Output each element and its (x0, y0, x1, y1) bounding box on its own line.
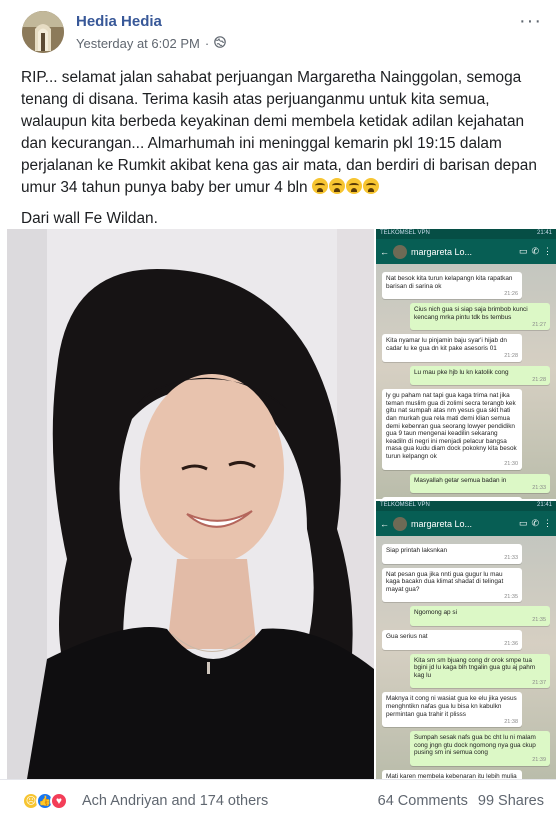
incoming-message-bubble: Nat besok kita turun kelapangn kita rapa… (382, 272, 522, 300)
reaction-summary-link[interactable]: Ach Andriyan and 174 others (82, 793, 268, 809)
message-time: 21:26 (504, 290, 518, 297)
message-text: Lu mau pke hjb lu kn katolik cong (414, 368, 509, 376)
message-time: 21:35 (532, 617, 546, 624)
outgoing-message-bubble: Cius nich gua si siap saja brimbob kunci… (410, 303, 550, 331)
phone-status-bar: TELKOMSEL VPN 21:41 (376, 501, 556, 511)
message-text: ly gu paham nat tapi gua kaga trima nat … (386, 392, 517, 460)
post-photo[interactable] (7, 229, 374, 779)
message-time: 21:33 (532, 484, 546, 491)
author-avatar[interactable] (22, 11, 64, 53)
incoming-message-bubble: Maknya it cong ni wasiat gua ke elu jika… (382, 692, 522, 728)
outgoing-message-bubble: Sumpah sesak nafs gua bc cht lu ni malam… (410, 731, 550, 766)
meta-separator: · (204, 36, 210, 51)
back-arrow-icon: ← (380, 246, 389, 257)
video-call-icon: ▭ (518, 246, 528, 256)
message-time: 21:28 (532, 376, 546, 383)
incoming-message-bubble: ly gu paham nat tapi gua kaga trima nat … (382, 389, 522, 470)
incoming-message-bubble: Siap printah laksnkan (382, 497, 522, 499)
message-time: 21:33 (504, 555, 518, 561)
carrier-label: TELKOMSEL VPN (380, 502, 430, 508)
phone-icon: ✆ (531, 518, 539, 528)
message-time: 21:36 (504, 640, 518, 647)
incoming-message-bubble: Nat pesan gua jika nnti gua gugur lu mau… (382, 567, 522, 603)
post-meta: Yesterday at 6:02 PM · (76, 36, 226, 51)
menu-dots-icon: ⋮ (543, 246, 552, 256)
whatsapp-screenshot-1[interactable]: TELKOMSEL VPN 21:41 ← margareta Lo... ▭ … (376, 229, 556, 499)
incoming-message-bubble: Kita nyamar lu pinjamin baju syar'i hija… (382, 334, 522, 362)
comments-count-link[interactable]: 64 Comments (378, 793, 468, 809)
message-text: Nat besok kita turun kelapangn kita rapa… (386, 275, 513, 290)
post-timestamp[interactable]: Yesterday at 6:02 PM (76, 36, 200, 51)
engagement-counts: 64 Comments 99 Shares (378, 793, 544, 809)
message-time: 21:39 (532, 757, 546, 764)
post-footer: ☹ 👍 ♥ Ach Andriyan and 174 others 64 Com… (0, 779, 556, 822)
post-paragraph-text: RIP... selamat jalan sahabat perjuangan … (21, 69, 537, 196)
shares-count-link[interactable]: 99 Shares (478, 793, 544, 809)
outgoing-message-bubble: Ngomong ap si 21:35 (410, 606, 550, 626)
contact-name: margareta Lo... (411, 518, 473, 529)
chat-messages: Nat besok kita turun kelapangn kita rapa… (376, 264, 556, 499)
crying-emoji-group (311, 178, 380, 196)
phone-status-bar: TELKOMSEL VPN 21:41 (376, 229, 556, 239)
outgoing-message-bubble: Lu mau pke hjb lu kn katolik cong 21:28 (410, 365, 550, 386)
phone-icon: ✆ (531, 246, 539, 256)
reaction-icons[interactable]: ☹ 👍 ♥ (22, 792, 68, 810)
message-text: Maknya it cong ni wasiat gua ke elu jika… (386, 695, 517, 718)
contact-name: margareta Lo... (411, 246, 473, 257)
carrier-label: TELKOMSEL VPN (380, 230, 430, 236)
contact-avatar (393, 244, 407, 259)
message-text: Gua serius nat (386, 632, 428, 640)
crying-face-icon (362, 178, 379, 194)
crying-face-icon (345, 178, 362, 194)
message-text: Ngomong ap si (414, 609, 457, 617)
clock-label: 21:41 (536, 230, 552, 236)
author-name[interactable]: Hedia Hedia (76, 13, 162, 30)
post-text: RIP... selamat jalan sahabat perjuangan … (21, 67, 546, 239)
message-text: Cius nich gua si siap saja brimbob kunci… (414, 306, 528, 321)
post-source-line: Dari wall Fe Wildan. (21, 210, 158, 227)
incoming-message-bubble: Mati karen membela kebenaran itu lebih m… (382, 769, 522, 779)
message-time: 21:30 (504, 460, 518, 467)
message-text: Masyallah getar semua badan in (414, 476, 507, 484)
message-text: Kita nyamar lu pinjamin baju syar'i hija… (386, 337, 507, 352)
message-text: Siap printah laksnkan (386, 547, 448, 554)
chat-messages: Siap printah laksnkan 21:33 Nat pesan gua … (376, 536, 556, 779)
menu-dots-icon: ⋮ (543, 518, 552, 528)
clock-label: 21:41 (536, 502, 552, 508)
message-time: 21:28 (504, 352, 518, 359)
video-call-icon: ▭ (518, 518, 528, 528)
outgoing-message-bubble: Kita sm sm bjuang cong dr orok smpe tua … (410, 653, 550, 689)
crying-face-icon (328, 178, 345, 194)
back-arrow-icon: ← (380, 518, 389, 529)
love-reaction-icon: ♥ (50, 792, 68, 810)
whatsapp-screenshot-2[interactable]: TELKOMSEL VPN 21:41 ← margareta Lo... ▭ … (376, 501, 556, 779)
message-time: 21:37 (532, 679, 546, 686)
incoming-message-bubble: Siap printah laksnkan 21:33 (382, 544, 522, 564)
crying-face-icon (311, 178, 328, 194)
message-time: 21:27 (532, 321, 546, 328)
message-time: 21:38 (504, 718, 518, 725)
message-text: Nat pesan gua jika nnti gua gugur lu mau… (386, 570, 504, 593)
post-paragraph: RIP... selamat jalan sahabat perjuangan … (21, 67, 546, 199)
outgoing-message-bubble: Masyallah getar semua badan in 21:33 (410, 473, 550, 494)
message-text: Kita sm sm bjuang cong dr orok smpe tua … (414, 656, 536, 679)
chat-header: ← margareta Lo... ▭ ✆ ⋮ (376, 511, 556, 536)
more-options-button[interactable]: ··· (519, 10, 542, 33)
message-text: Sumpah sesak nafs gua bc cht lu ni malam… (414, 734, 536, 757)
incoming-message-bubble: Gua serius nat 21:36 (382, 629, 522, 650)
post-header: Hedia Hedia Yesterday at 6:02 PM · ··· (0, 0, 556, 62)
chat-header: ← margareta Lo... ▭ ✆ ⋮ (376, 239, 556, 264)
globe-icon[interactable] (214, 36, 226, 51)
message-time: 21:35 (504, 593, 518, 600)
contact-avatar (393, 516, 407, 531)
